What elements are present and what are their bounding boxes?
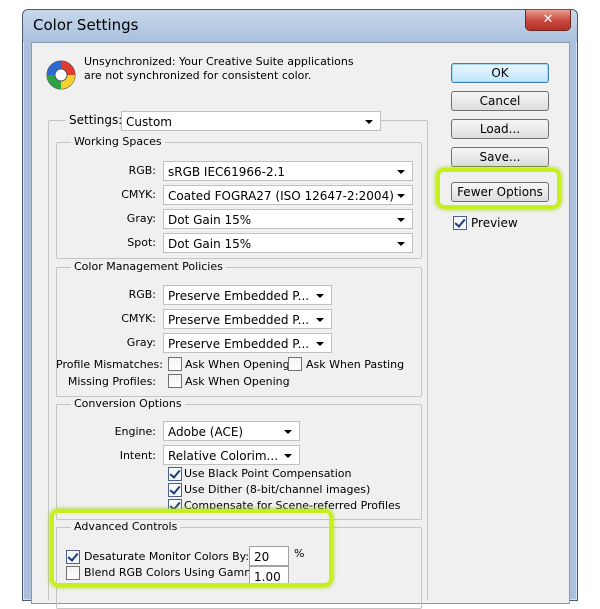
chevron-down-icon bbox=[316, 294, 324, 298]
chevron-down-icon bbox=[397, 170, 405, 174]
desaturate-input[interactable]: 20 bbox=[249, 546, 289, 566]
title-bar[interactable]: Color Settings ✕ bbox=[23, 10, 577, 42]
intent-value: Relative Colorim... bbox=[168, 449, 279, 463]
policy-cmyk-value: Preserve Embedded P... bbox=[168, 313, 310, 327]
ws-spot-label: Spot: bbox=[127, 236, 156, 249]
dialog-body: Unsynchronized: Your Creative Suite appl… bbox=[31, 42, 570, 609]
policy-rgb-select[interactable]: Preserve Embedded P... bbox=[163, 285, 332, 305]
working-spaces-title: Working Spaces bbox=[71, 135, 165, 148]
ws-spot-select[interactable]: Dot Gain 15% bbox=[163, 233, 413, 253]
sync-status-message: Unsynchronized: Your Creative Suite appl… bbox=[84, 55, 354, 82]
scene-referred-checkbox[interactable] bbox=[168, 499, 182, 513]
policy-cmyk-label: CMYK: bbox=[121, 312, 156, 325]
settings-value: Custom bbox=[126, 115, 172, 129]
mismatch-ask-opening-label: Ask When Opening bbox=[185, 358, 290, 371]
black-point-compensation-checkbox[interactable] bbox=[168, 467, 182, 481]
fewer-options-button[interactable]: Fewer Options bbox=[451, 182, 549, 202]
policy-rgb-value: Preserve Embedded P... bbox=[168, 289, 310, 303]
desaturate-unit: % bbox=[294, 547, 305, 560]
color-settings-logo-icon bbox=[46, 60, 76, 90]
ws-cmyk-value: Coated FOGRA27 (ISO 12647-2:2004) bbox=[168, 189, 394, 203]
chevron-down-icon bbox=[397, 218, 405, 222]
chevron-down-icon bbox=[397, 194, 405, 198]
ws-rgb-value: sRGB IEC61966-2.1 bbox=[168, 165, 286, 179]
intent-select[interactable]: Relative Colorim... bbox=[163, 445, 300, 465]
desaturate-checkbox[interactable] bbox=[66, 550, 80, 564]
desaturate-label: Desaturate Monitor Colors By: bbox=[84, 550, 250, 563]
color-settings-window: Color Settings ✕ Unsynchronized: Your Cr… bbox=[22, 9, 578, 609]
mismatch-ask-opening-checkbox[interactable] bbox=[168, 357, 182, 371]
policy-gray-value: Preserve Embedded P... bbox=[168, 337, 310, 351]
missing-ask-opening-label: Ask When Opening bbox=[185, 375, 290, 388]
policy-cmyk-select[interactable]: Preserve Embedded P... bbox=[163, 309, 332, 329]
settings-select[interactable]: Custom bbox=[121, 111, 381, 131]
blend-gamma-input[interactable]: 1.00 bbox=[249, 566, 289, 586]
load-button[interactable]: Load... bbox=[451, 119, 549, 139]
ws-spot-value: Dot Gain 15% bbox=[168, 237, 252, 251]
ws-rgb-label: RGB: bbox=[128, 164, 156, 177]
intent-label: Intent: bbox=[119, 449, 156, 462]
engine-label: Engine: bbox=[114, 425, 156, 438]
use-dither-checkbox[interactable] bbox=[168, 483, 182, 497]
preview-checkbox[interactable] bbox=[453, 216, 467, 230]
profile-mismatches-label: Profile Mismatches: bbox=[56, 358, 163, 371]
policy-rgb-label: RGB: bbox=[128, 288, 156, 301]
close-button[interactable]: ✕ bbox=[525, 10, 571, 31]
cancel-button[interactable]: Cancel bbox=[451, 91, 549, 111]
ws-cmyk-label: CMYK: bbox=[121, 188, 156, 201]
ws-cmyk-select[interactable]: Coated FOGRA27 (ISO 12647-2:2004) bbox=[163, 185, 413, 205]
mismatch-ask-pasting-label: Ask When Pasting bbox=[306, 358, 405, 371]
chevron-down-icon bbox=[316, 342, 324, 346]
conversion-title: Conversion Options bbox=[71, 397, 185, 410]
preview-label: Preview bbox=[471, 216, 518, 230]
policy-gray-select[interactable]: Preserve Embedded P... bbox=[163, 333, 332, 353]
black-point-compensation-label: Use Black Point Compensation bbox=[184, 467, 352, 480]
chevron-down-icon bbox=[365, 120, 373, 124]
blend-gamma-label: Blend RGB Colors Using Gamma: bbox=[84, 566, 266, 579]
chevron-down-icon bbox=[284, 430, 292, 434]
advanced-title: Advanced Controls bbox=[71, 520, 181, 533]
ok-button[interactable]: OK bbox=[451, 63, 549, 83]
mismatch-ask-pasting-checkbox[interactable] bbox=[288, 357, 302, 371]
window-title: Color Settings bbox=[33, 16, 139, 34]
chevron-down-icon bbox=[316, 318, 324, 322]
policy-gray-label: Gray: bbox=[126, 336, 156, 349]
engine-select[interactable]: Adobe (ACE) bbox=[163, 421, 300, 441]
policies-title: Color Management Policies bbox=[71, 260, 226, 273]
missing-ask-opening-checkbox[interactable] bbox=[168, 374, 182, 388]
chevron-down-icon bbox=[284, 454, 292, 458]
settings-label: Settings: bbox=[66, 113, 126, 127]
save-button[interactable]: Save... bbox=[451, 147, 549, 167]
scene-referred-label: Compensate for Scene-referred Profiles bbox=[184, 499, 401, 512]
missing-profiles-label: Missing Profiles: bbox=[67, 375, 156, 388]
ws-gray-select[interactable]: Dot Gain 15% bbox=[163, 209, 413, 229]
ws-gray-value: Dot Gain 15% bbox=[168, 213, 252, 227]
engine-value: Adobe (ACE) bbox=[168, 425, 244, 439]
use-dither-label: Use Dither (8-bit/channel images) bbox=[184, 483, 371, 496]
blend-gamma-checkbox[interactable] bbox=[66, 566, 80, 580]
ws-rgb-select[interactable]: sRGB IEC61966-2.1 bbox=[163, 161, 413, 181]
ws-gray-label: Gray: bbox=[126, 212, 156, 225]
chevron-down-icon bbox=[397, 242, 405, 246]
